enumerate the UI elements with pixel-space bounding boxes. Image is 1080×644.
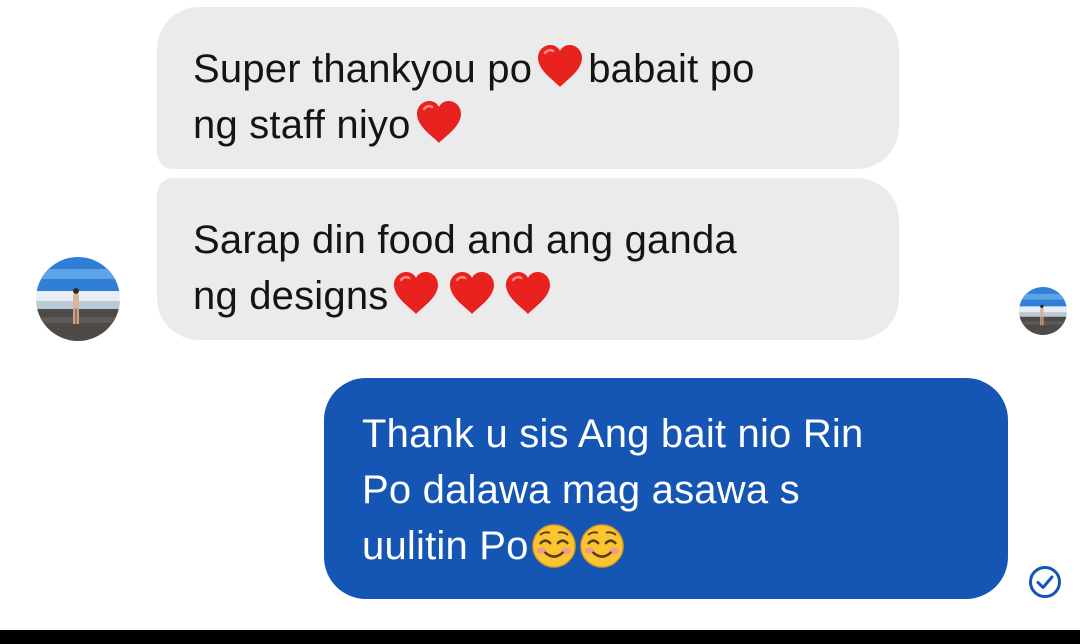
message-line: Super thankyou po babait po — [193, 41, 869, 97]
heart-icon — [536, 44, 584, 88]
message-line: uulitin Po — [362, 518, 978, 574]
heart-icon — [415, 100, 463, 144]
message-line: Sarap din food and ang ganda — [193, 218, 737, 262]
smiling-face-icon — [579, 523, 625, 569]
heart-icon — [504, 271, 552, 315]
message-bubble-outgoing[interactable]: Thank u sis Ang bait nio Rin Po dalawa m… — [324, 378, 1008, 599]
contact-avatar[interactable] — [36, 257, 120, 341]
check-circle-icon — [1029, 566, 1061, 598]
message-line: Po dalawa mag asawa s — [362, 468, 800, 512]
message-line: ng designs — [193, 268, 869, 324]
message-line: Thank u sis Ang bait nio Rin — [362, 412, 864, 456]
navigation-bar — [0, 630, 1080, 644]
seen-avatar — [1019, 287, 1067, 335]
heart-icon — [448, 271, 496, 315]
heart-icon — [392, 271, 440, 315]
message-line: ng staff niyo — [193, 97, 869, 153]
message-bubble-incoming-1[interactable]: Super thankyou po babait po ng staff niyo — [157, 7, 899, 169]
message-bubble-incoming-2[interactable]: Sarap din food and ang ganda ng designs — [157, 178, 899, 340]
smiling-face-icon — [531, 523, 577, 569]
